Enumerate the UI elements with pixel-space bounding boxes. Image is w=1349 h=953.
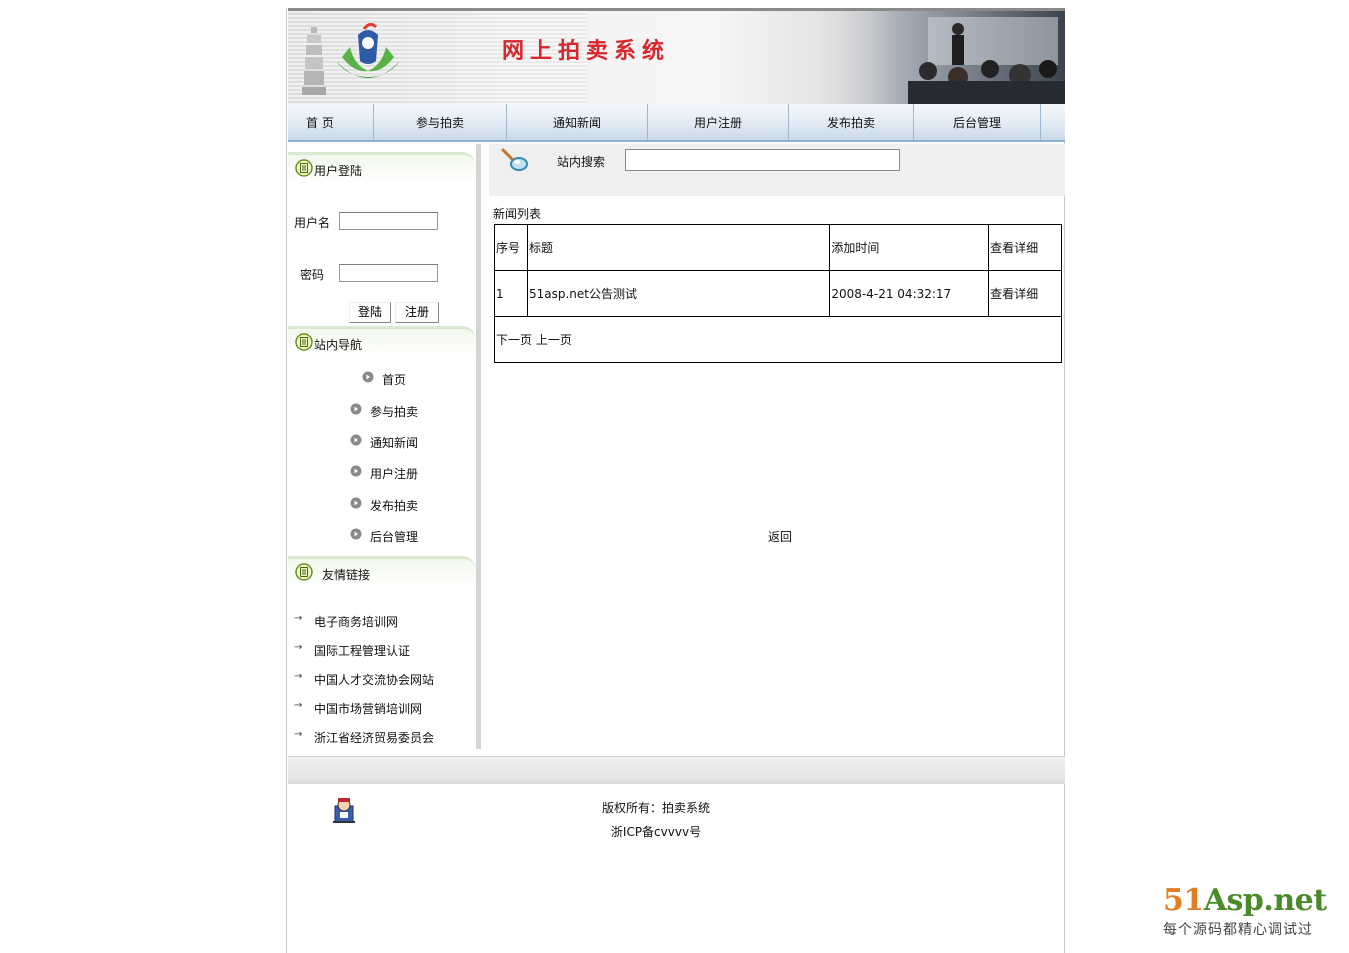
nav-news[interactable]: 通知新闻	[507, 104, 648, 140]
sidebar-item-news[interactable]: 通知新闻	[288, 431, 476, 451]
sidebar-item-label: 用户注册	[370, 467, 419, 481]
cell-title[interactable]: 51asp.net公告测试	[526, 270, 831, 317]
circle-arrow-icon	[362, 371, 374, 383]
lotus-logo-icon	[336, 22, 400, 78]
page-container: 网上拍卖系统 首 页 参与拍卖 通知新闻 用户注册 发布拍卖 后台管理 用户登陆…	[286, 8, 1065, 953]
arrow-right-icon: →	[294, 729, 303, 740]
watermark-brand-number: 51	[1163, 883, 1204, 918]
51asp-watermark: 51Asp.net 每个源码都精心调试过	[1163, 883, 1343, 943]
friend-links-panel-header: 友情链接	[288, 556, 476, 586]
watermark-tagline: 每个源码都精心调试过	[1163, 922, 1313, 938]
sidebar: 用户登陆 用户名 密码 登陆 注册 站内导航 首页 参与拍卖 通知新闻 用户注册…	[288, 144, 481, 749]
circle-arrow-icon	[350, 528, 362, 540]
password-input[interactable]	[339, 264, 438, 282]
watermark-brand-domain: Asp.net	[1203, 883, 1327, 918]
arrow-right-icon: →	[294, 642, 303, 653]
friend-link-label: 中国市场营销培训网	[314, 702, 423, 716]
footer-icp: 浙ICP备cvvvv号	[610, 825, 702, 839]
document-icon	[295, 563, 313, 581]
document-icon	[295, 159, 313, 177]
circle-arrow-icon	[350, 434, 362, 446]
sidebar-item-label: 参与拍卖	[370, 405, 419, 419]
search-label: 站内搜索	[557, 155, 606, 169]
site-title: 网上拍卖系统	[502, 38, 671, 64]
table-header-row: 序号 标题 添加时间 查看详细	[494, 224, 1062, 271]
site-nav-panel-header: 站内导航	[288, 326, 476, 356]
footer-copyright: 版权所有：拍卖系统	[601, 801, 710, 815]
news-list-title: 新闻列表	[493, 207, 542, 221]
sidebar-item-join-auction[interactable]: 参与拍卖	[288, 400, 476, 420]
friend-links-panel-title: 友情链接	[322, 568, 371, 582]
nav-register[interactable]: 用户注册	[648, 104, 789, 140]
cell-index: 1	[494, 270, 528, 317]
nav-join-auction[interactable]: 参与拍卖	[374, 104, 507, 140]
header-index: 序号	[494, 224, 528, 271]
nav-publish-auction[interactable]: 发布拍卖	[789, 104, 914, 140]
sidebar-item-label: 通知新闻	[370, 436, 419, 450]
sidebar-item-label: 首页	[382, 373, 407, 387]
watermark-brand: 51Asp.net	[1163, 883, 1327, 918]
circle-arrow-icon	[350, 403, 362, 415]
sidebar-item-label: 发布拍卖	[370, 499, 419, 513]
header-title: 标题	[526, 224, 831, 271]
prev-page-link[interactable]: 上一页	[536, 333, 572, 347]
main-content: 站内搜索 新闻列表 序号 标题 添加时间 查看详细 1 51asp.net公告测…	[489, 144, 1065, 754]
footer-bar	[288, 756, 1065, 784]
friend-link-label: 电子商务培训网	[314, 615, 399, 629]
magnifier-icon	[501, 148, 528, 171]
login-button[interactable]: 登陆	[349, 302, 391, 323]
register-button[interactable]: 注册	[395, 302, 439, 323]
auction-photo-image	[808, 11, 1065, 104]
arrow-right-icon: →	[294, 700, 303, 711]
site-banner: 网上拍卖系统	[288, 8, 1065, 104]
site-nav-panel-title: 站内导航	[314, 338, 363, 352]
friend-link-label: 浙江省经济贸易委员会	[314, 731, 435, 745]
sidebar-item-home[interactable]: 首页	[288, 368, 476, 388]
table-row: 1 51asp.net公告测试 2008-4-21 04:32:17 查看详细	[494, 270, 1062, 317]
circle-arrow-icon	[350, 465, 362, 477]
friend-link-label: 中国人才交流协会网站	[314, 673, 435, 687]
username-label: 用户名	[294, 216, 331, 230]
nav-home[interactable]: 首 页	[288, 104, 374, 140]
back-link[interactable]: 返回	[768, 528, 792, 545]
view-details-link[interactable]: 查看详细	[988, 270, 1062, 317]
header-details: 查看详细	[988, 224, 1062, 271]
pagoda-icon	[302, 27, 326, 95]
pager: 下一页 上一页	[494, 316, 1062, 363]
username-input[interactable]	[339, 212, 438, 230]
document-icon	[295, 333, 313, 351]
sidebar-item-register[interactable]: 用户注册	[288, 462, 476, 482]
main-nav: 首 页 参与拍卖 通知新闻 用户注册 发布拍卖 后台管理	[288, 104, 1065, 142]
pager-row: 下一页 上一页	[494, 316, 1062, 363]
search-bar: 站内搜索	[489, 144, 1065, 196]
next-page-link[interactable]: 下一页	[496, 333, 532, 347]
nav-admin[interactable]: 后台管理	[914, 104, 1041, 140]
header-added-time: 添加时间	[829, 224, 990, 271]
circle-arrow-icon	[350, 497, 362, 509]
sidebar-item-admin[interactable]: 后台管理	[288, 525, 476, 545]
login-panel-title: 用户登陆	[314, 164, 363, 178]
login-panel-header: 用户登陆	[288, 152, 476, 182]
sidebar-item-label: 后台管理	[370, 530, 419, 544]
password-label: 密码	[300, 268, 325, 282]
arrow-right-icon: →	[294, 613, 303, 624]
news-table: 序号 标题 添加时间 查看详细 1 51asp.net公告测试 2008-4-2…	[494, 224, 1062, 363]
search-input[interactable]	[625, 149, 900, 171]
cell-added-time: 2008-4-21 04:32:17	[829, 270, 990, 317]
friend-link-label: 国际工程管理认证	[314, 644, 411, 658]
arrow-right-icon: →	[294, 671, 303, 682]
sidebar-item-publish-auction[interactable]: 发布拍卖	[288, 494, 476, 514]
